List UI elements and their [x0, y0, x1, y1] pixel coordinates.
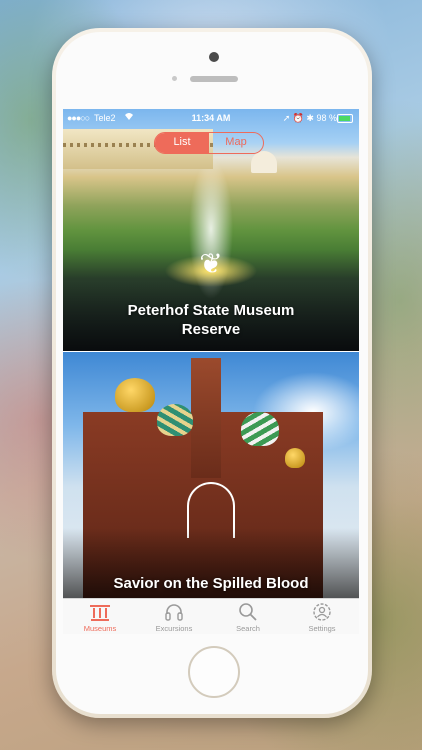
museum-logo-icon: ❦ [199, 248, 223, 279]
front-camera [209, 52, 219, 62]
app-screen: ❦ Peterhof State Museum Reserve Savior o… [63, 109, 359, 634]
tab-label: Search [236, 624, 260, 633]
tab-settings[interactable]: Settings [285, 599, 359, 634]
bell-tower-image [191, 358, 221, 478]
tab-label: Excursions [155, 624, 193, 633]
list-map-toggle[interactable]: List Map [154, 132, 264, 154]
tab-search[interactable]: Search [211, 599, 285, 634]
earpiece-speaker [190, 76, 238, 82]
search-icon [211, 602, 285, 624]
golden-dome-image [115, 378, 155, 412]
striped-dome-image [157, 404, 193, 436]
tab-label: Settings [308, 624, 336, 633]
home-button[interactable] [188, 646, 240, 698]
tab-list[interactable]: List [155, 133, 209, 153]
striped-dome-image [241, 412, 279, 446]
settings-icon [285, 602, 359, 624]
bottom-tab-bar: Museums Excursions Search Settings [63, 598, 359, 634]
tab-museums[interactable]: Museums [63, 599, 137, 634]
battery-icon [337, 114, 353, 123]
museum-icon [63, 602, 137, 624]
tab-excursions[interactable]: Excursions [137, 599, 211, 634]
headphones-icon [137, 602, 211, 624]
tab-label: Museums [83, 624, 117, 633]
pavilion-image [251, 151, 277, 173]
museum-card-savior[interactable]: Savior on the Spilled Blood [63, 352, 359, 598]
status-bar: ●●●○○ Tele2 11:34 AM ➚ ⏰ ✱ 98 % [63, 109, 359, 127]
tab-map[interactable]: Map [209, 133, 263, 153]
card-title: Savior on the Spilled Blood [113, 575, 309, 592]
card-title: Peterhof State Museum Reserve [127, 302, 295, 338]
status-right-indicators: ➚ ⏰ ✱ 98 % [282, 113, 337, 123]
golden-dome-image [285, 448, 305, 468]
proximity-sensor [172, 76, 177, 81]
